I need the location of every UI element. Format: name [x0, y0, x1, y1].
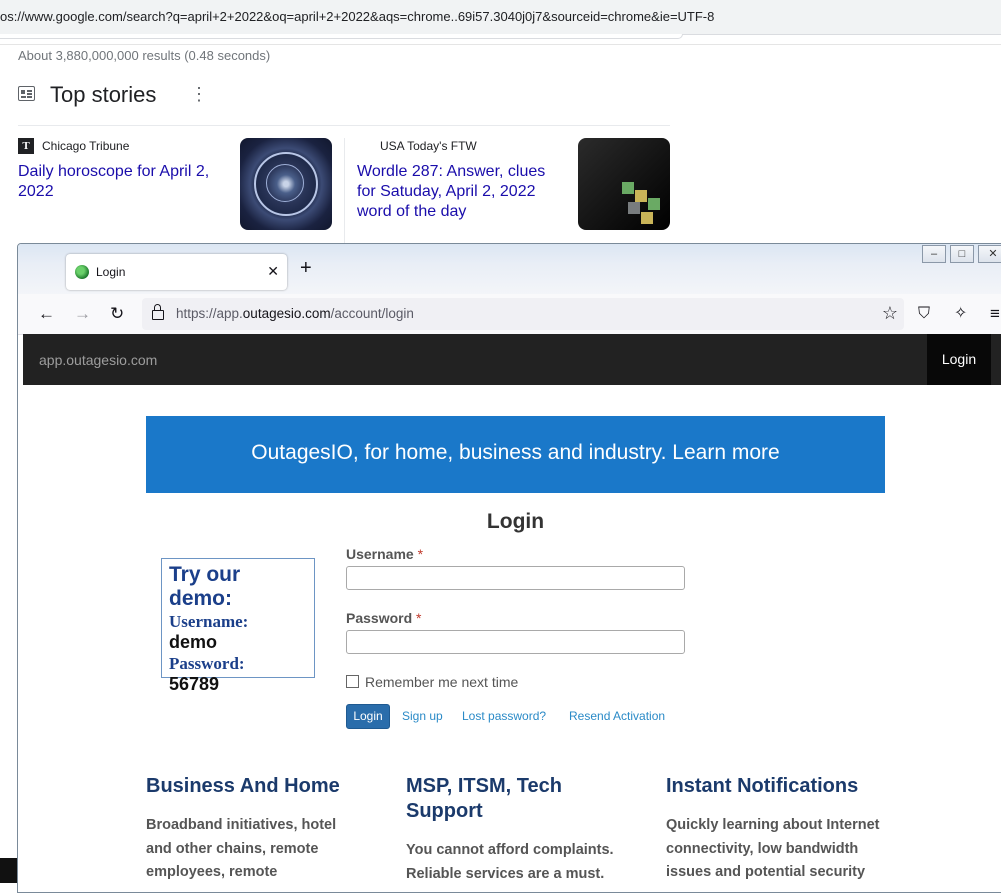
story-title-line: Wordle 287: Answer, clues: [357, 163, 546, 180]
url-prefix: https://app.: [176, 306, 243, 321]
demo-heading: Try our demo:: [169, 563, 241, 610]
login-button[interactable]: Login: [346, 704, 390, 729]
resend-activation-link[interactable]: Resend Activation: [569, 709, 665, 723]
wand-icon[interactable]: ✧: [954, 304, 967, 324]
wordle-tile: [648, 198, 660, 210]
tab-label: Login: [96, 265, 126, 279]
wordle-thumbnail[interactable]: [578, 138, 670, 230]
remember-me-checkbox[interactable]: [346, 675, 359, 688]
feature-title-msp: MSP, ITSM, Tech Support: [406, 774, 562, 824]
username-input[interactable]: [346, 566, 685, 590]
google-url-text[interactable]: os://www.google.com/search?q=april+2+202…: [0, 9, 714, 24]
nav-login-link[interactable]: Login: [927, 334, 991, 385]
feature-text-msp: You cannot afford complaints. Reliable s…: [406, 839, 614, 886]
promo-banner[interactable]: OutagesIO, for home, business and indust…: [146, 416, 885, 493]
feature-text-line: issues and potential security: [666, 864, 866, 880]
wordle-tile: [641, 212, 653, 224]
feature-title-business: Business And Home: [146, 774, 340, 799]
chicago-tribune-logo-icon: T: [18, 138, 34, 154]
story-title-line: Daily horoscope for April 2,: [18, 163, 210, 180]
story-title-line: word of the day: [357, 203, 467, 220]
site-navbar: app.outagesio.com Login: [23, 334, 1001, 385]
google-header-divider: [0, 44, 1001, 45]
url-field[interactable]: https://app.outagesio.com/account/login …: [142, 298, 904, 330]
top-stories-heading: Top stories: [50, 82, 157, 107]
feature-title-line: Business And Home: [146, 775, 340, 797]
top-stories-divider: [18, 125, 670, 126]
required-mark: *: [416, 610, 422, 626]
wordle-tile: [628, 202, 640, 214]
feature-title-line: MSP, ITSM, Tech: [406, 775, 562, 797]
back-arrow-icon[interactable]: ←: [38, 304, 55, 324]
plus-icon[interactable]: +: [300, 258, 312, 278]
remember-me-label: Remember me next time: [365, 674, 519, 690]
maximize-button[interactable]: □: [950, 245, 974, 263]
username-label: Username *: [346, 546, 423, 562]
wordle-tile: [622, 182, 634, 194]
feature-text-line: and other chains, remote: [146, 840, 319, 857]
demo-username: demo: [169, 632, 218, 652]
feature-text-line: connectivity, low bandwidth: [666, 840, 859, 857]
lost-password-link[interactable]: Lost password?: [462, 709, 546, 723]
username-label-text: Username: [346, 546, 414, 562]
horoscope-thumbnail[interactable]: [240, 138, 332, 230]
feature-text-line: Reliable services are a must.: [406, 865, 605, 882]
feature-title-line: Instant Notifications: [666, 775, 859, 797]
password-input[interactable]: [346, 630, 685, 654]
story-link-horoscope[interactable]: Daily horoscope for April 2, 2022: [18, 162, 209, 202]
url-domain: outagesio.com: [242, 306, 331, 321]
password-label: Password *: [346, 610, 421, 626]
feature-text-notifications: Quickly learning about Internet connecti…: [666, 814, 880, 885]
feature-title-notifications: Instant Notifications: [666, 774, 858, 799]
story-source: Chicago Tribune: [42, 139, 130, 153]
signup-link[interactable]: Sign up: [402, 709, 443, 723]
firefox-navbar: ← → ↻ https://app.outagesio.com/account/…: [18, 294, 1001, 335]
shield-icon[interactable]: ⛉: [918, 304, 930, 324]
site-brand-link[interactable]: app.outagesio.com: [39, 352, 157, 368]
page-content: app.outagesio.com Login OutagesIO, for h…: [23, 334, 1001, 892]
feature-text-line: Broadband initiatives, hotel: [146, 817, 337, 833]
google-search-box-edge: [0, 34, 683, 39]
lock-icon[interactable]: [152, 304, 164, 320]
story-title-line: for Satuday, April 2, 2022: [357, 183, 536, 200]
login-heading: Login: [486, 510, 545, 533]
feature-text-line: Quickly learning about Internet: [666, 817, 880, 833]
firefox-window: – □ ✕ Login ✕ + ← → ↻ https://app.outage…: [17, 243, 1001, 893]
remember-me[interactable]: Remember me next time: [346, 674, 518, 690]
more-vert-icon[interactable]: ⋮: [190, 84, 208, 104]
newspaper-icon: [18, 86, 35, 101]
password-label-text: Password: [346, 610, 413, 626]
demo-credentials-box: Try our demo: Username: demo Password: 5…: [161, 558, 315, 694]
outagesio-favicon-icon: [75, 265, 89, 279]
menu-icon[interactable]: ≡: [990, 304, 1000, 324]
firefox-titlebar[interactable]: – □ ✕ Login ✕ +: [18, 244, 1001, 294]
feature-text-line: You cannot afford complaints.: [406, 842, 614, 858]
demo-username-label: Username:: [169, 612, 249, 631]
taskbar-corner: [0, 858, 17, 883]
feature-text-line: employees, remote: [146, 864, 278, 880]
required-mark: *: [417, 546, 424, 562]
url-text[interactable]: https://app.outagesio.com/account/login: [176, 306, 414, 321]
forward-arrow-icon[interactable]: →: [74, 304, 91, 324]
results-stats: About 3,880,000,000 results (0.48 second…: [18, 48, 271, 63]
story-link-wordle[interactable]: Wordle 287: Answer, clues for Satuday, A…: [357, 162, 545, 222]
tab-login[interactable]: Login ✕: [66, 254, 287, 290]
google-address-bar[interactable]: os://www.google.com/search?q=april+2+202…: [0, 0, 1001, 35]
demo-password: 56789: [169, 674, 220, 694]
story-title-line: 2022: [18, 183, 54, 200]
background-window-edge: [0, 243, 17, 883]
url-path: /account/login: [330, 306, 414, 321]
minimize-button[interactable]: –: [922, 245, 946, 263]
close-window-button[interactable]: ✕: [978, 245, 1001, 263]
story-separator: [344, 138, 345, 248]
story-source: USA Today's FTW: [380, 139, 477, 153]
wordle-tile: [635, 190, 647, 202]
reload-icon[interactable]: ↻: [110, 304, 124, 324]
feature-text-business: Broadband initiatives, hotel and other c…: [146, 814, 336, 885]
close-icon[interactable]: ✕: [267, 263, 279, 280]
demo-password-label: Password:: [169, 654, 245, 673]
feature-title-line: Support: [406, 800, 483, 822]
star-icon[interactable]: ☆: [882, 303, 898, 324]
